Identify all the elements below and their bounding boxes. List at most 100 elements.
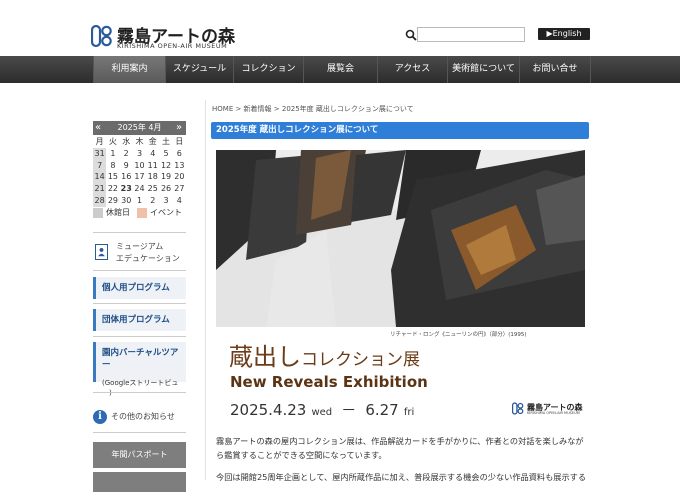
date-separator: －: [341, 401, 357, 419]
calendar-day: 22: [107, 184, 119, 194]
other-news-link[interactable]: その他のお知らせ: [111, 411, 175, 422]
info-icon: i: [93, 410, 107, 424]
exhibition-title-jp: 蔵出しコレクション展: [229, 337, 420, 372]
exhibition-title-en: New Reveals Exhibition: [230, 373, 428, 391]
calendar-day: 16: [121, 172, 132, 182]
search-input[interactable]: [417, 27, 525, 42]
calendar-day: 15: [107, 172, 119, 182]
english-button[interactable]: ▶English: [538, 28, 590, 40]
calendar-week: 28 29 30 1 2 3 4: [93, 194, 186, 207]
divider: [93, 270, 186, 271]
date-end-day: fri: [403, 407, 415, 418]
museum-education-line1: ミュージアム: [116, 242, 164, 251]
calendar-day: 19: [160, 172, 172, 182]
divider: [93, 232, 186, 233]
museum-logo-subtitle: KIRISHIMA OPEN-AIR MUSEUM: [527, 411, 580, 415]
date-start-day: wed: [311, 407, 333, 418]
logo-icon[interactable]: [91, 24, 113, 48]
calendar-week: 7 8 9 10 11 12 13: [93, 159, 186, 172]
calendar-week: 14 15 16 17 18 19 20: [93, 171, 186, 184]
calendar-grid: 月 火 水 木 金 土 日 31 1 2 3 4 5 6 7 8 9 10 11…: [93, 136, 186, 207]
divider: [93, 392, 186, 393]
calendar-prev-button[interactable]: «: [95, 121, 101, 134]
calendar-day: 7: [93, 159, 107, 172]
nav-item-contact[interactable]: お問い合せ: [519, 56, 591, 83]
calendar-day: 24: [134, 184, 145, 194]
date-start: 2025.4.23: [230, 401, 307, 419]
calendar-day: 2: [150, 195, 156, 205]
individual-program-link[interactable]: 個人用プログラム: [93, 277, 186, 299]
divider: [93, 336, 186, 337]
article-paragraph: 今回は開館25周年企画として、屋内所蔵作品に加え、普段展示する機会の少ない作品資…: [216, 472, 590, 482]
calendar-day: 29: [107, 195, 119, 205]
virtual-tour-label: 園内バーチャルツアー: [102, 348, 179, 370]
calendar-day: 8: [110, 160, 116, 170]
museum-logo-icon: [512, 402, 524, 415]
calendar-day: 17: [134, 172, 145, 182]
column-divider: [205, 100, 206, 480]
nav-item-guide[interactable]: 利用案内: [93, 56, 165, 83]
calendar-day: 3: [163, 195, 169, 205]
calendar-day: 5: [163, 148, 169, 158]
calendar-day: 10: [134, 160, 145, 170]
calendar-day: 9: [123, 160, 129, 170]
calendar-day: 11: [147, 160, 158, 170]
logo-subtitle: KIRISHIMA OPEN-AIR MUSEUM: [117, 42, 228, 50]
main-nav: 利用案内 スケジュール コレクション 展覧会 アクセス 美術館について お問い合…: [0, 56, 680, 83]
virtual-tour-sublabel: (Googleストリートビュー): [102, 379, 179, 397]
exhibition-hero-image: [216, 150, 585, 327]
exhibition-title-jp-main: 蔵出し: [229, 343, 301, 371]
nav-item-collection[interactable]: コレクション: [233, 56, 303, 83]
divider: [93, 432, 186, 433]
calendar-weekdays: 月 火 水 木 金 土 日: [93, 136, 186, 148]
exhibition-title-jp-sub: コレクション展: [301, 350, 420, 370]
calendar-next-button[interactable]: »: [176, 121, 182, 134]
virtual-tour-link[interactable]: 園内バーチャルツアー (Googleストリートビュー): [93, 342, 186, 397]
calendar-day: 25: [147, 184, 158, 194]
calendar-day: 4: [176, 195, 182, 205]
exhibition-dates: 2025.4.23 wed － 6.27 fri: [230, 399, 414, 420]
calendar-month: 2025年 4月: [117, 123, 162, 132]
calendar-day: 31: [93, 147, 107, 160]
annual-passport-button[interactable]: 年間パスポート: [93, 442, 186, 468]
calendar-day: 26: [160, 184, 172, 194]
date-end: 6.27: [365, 401, 399, 419]
weekday: 木: [135, 137, 144, 146]
legend-event-swatch: [137, 208, 147, 218]
museum-education-line2: エデュケーション: [116, 254, 180, 263]
nav-item-schedule[interactable]: スケジュール: [165, 56, 233, 83]
calendar-week: 31 1 2 3 4 5 6: [93, 147, 186, 160]
museum-education-icon[interactable]: [95, 244, 108, 260]
calendar-day-today: 23: [120, 184, 132, 194]
calendar-day: 28: [93, 194, 107, 207]
calendar-day: 21: [93, 183, 107, 195]
legend-closed-swatch: [93, 208, 103, 218]
calendar-day: 27: [174, 184, 185, 194]
legend-closed-label: 休館日: [106, 208, 130, 217]
calendar-day: 30: [121, 195, 132, 205]
calendar-day: 13: [174, 160, 185, 170]
nav-item-exhibition[interactable]: 展覧会: [303, 56, 377, 83]
calendar-day: 1: [136, 195, 143, 205]
weekday: 火: [108, 137, 117, 146]
weekday: 金: [148, 137, 157, 146]
search-icon[interactable]: [405, 29, 417, 41]
sidebar-button[interactable]: [93, 472, 186, 492]
calendar-header: 2025年 4月: [93, 121, 186, 135]
article-paragraph: 霧島アートの森の屋内コレクション展は、作品解説カードを手がかりに、作者との対話を…: [216, 436, 584, 460]
divider: [93, 303, 186, 304]
museum-education-link[interactable]: ミュージアム エデュケーション: [116, 241, 180, 265]
nav-item-about[interactable]: 美術館について: [447, 56, 519, 83]
group-program-link[interactable]: 団体用プログラム: [93, 309, 186, 331]
calendar-day: 20: [174, 172, 185, 182]
calendar-day: 18: [147, 172, 158, 182]
calendar-day: 3: [136, 148, 143, 158]
nav-item-access[interactable]: アクセス: [377, 56, 447, 83]
calendar-day: 2: [123, 148, 129, 158]
breadcrumb[interactable]: HOME > 新着情報 > 2025年度 蔵出しコレクション展について: [212, 104, 414, 114]
calendar-week: 21 22 23 24 25 26 27: [93, 183, 186, 195]
calendar-day: 4: [150, 148, 156, 158]
calendar-day: 1: [110, 148, 116, 158]
weekday: 日: [175, 137, 184, 146]
weekday: 月: [95, 137, 104, 146]
